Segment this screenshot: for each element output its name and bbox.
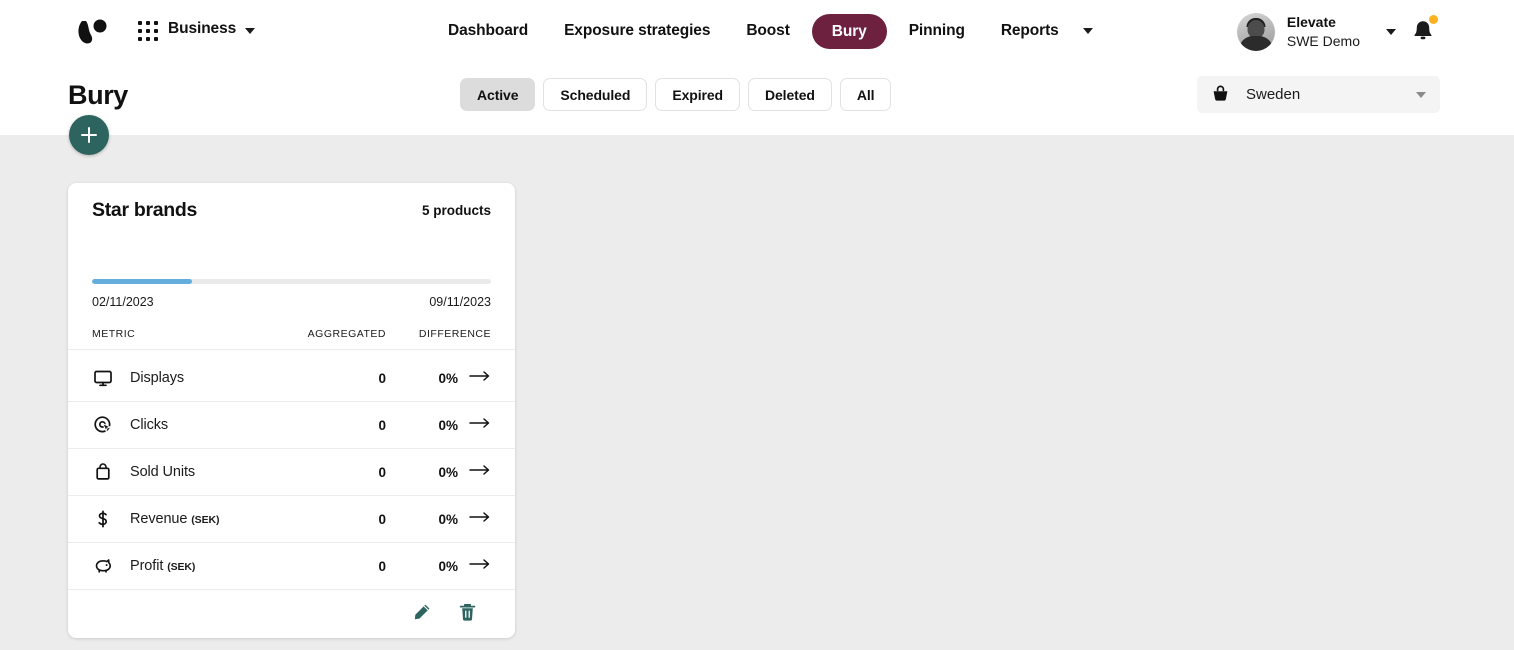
business-switcher-label[interactable]: Business [168, 20, 236, 38]
country-chevron-down-icon[interactable] [1416, 91, 1426, 98]
metric-difference: 0% [438, 511, 458, 527]
metric-label: Clicks [130, 417, 169, 433]
trend-flat-arrow-icon [458, 557, 491, 575]
trend-flat-arrow-icon [458, 369, 491, 387]
trend-flat-arrow-icon [458, 416, 491, 434]
card-title: Star brands [92, 199, 198, 221]
main-nav: Dashboard Exposure strategies Boost Bury… [430, 0, 1093, 62]
metrics-rows: Displays 0 0% Clicks 0 0% Sold Units 0 0… [68, 355, 515, 590]
profile-subtitle: SWE Demo [1286, 33, 1360, 49]
metric-label: Displays [130, 370, 184, 386]
edit-icon[interactable] [411, 602, 431, 622]
business-chevron-down-icon[interactable] [245, 28, 255, 34]
table-row[interactable]: Displays 0 0% [68, 355, 515, 402]
brand-logo[interactable] [72, 12, 112, 52]
column-header-metric: METRIC [92, 328, 136, 340]
reports-chevron-down-icon[interactable] [1082, 28, 1093, 34]
table-row[interactable]: Revenue (SEK) 0 0% [68, 496, 515, 543]
filter-tab-expired[interactable]: Expired [655, 78, 740, 111]
metric-aggregated: 0 [378, 464, 386, 480]
nav-item-bury[interactable]: Bury [811, 13, 887, 49]
click-target-icon [92, 414, 114, 436]
nav-item-reports[interactable]: Reports [983, 0, 1077, 62]
filter-tab-scheduled[interactable]: Scheduled [543, 78, 648, 111]
trend-flat-arrow-icon [458, 463, 491, 481]
monitor-icon [92, 367, 114, 389]
nav-item-exposure-strategies[interactable]: Exposure strategies [546, 0, 728, 62]
metric-aggregated: 0 [378, 417, 386, 433]
start-date: 02/11/2023 [92, 295, 154, 309]
filter-tab-deleted[interactable]: Deleted [747, 78, 832, 111]
end-date: 09/11/2023 [429, 295, 491, 309]
column-header-aggregated: AGGREGATED [307, 328, 386, 340]
table-row[interactable]: Clicks 0 0% [68, 402, 515, 449]
piggy-bank-icon [92, 555, 114, 577]
metric-difference: 0% [438, 370, 458, 386]
country-selector[interactable]: Sweden [1197, 76, 1440, 113]
page-title: Bury [68, 80, 128, 110]
card-actions [68, 586, 515, 638]
apps-grid-icon[interactable] [138, 21, 160, 41]
primary-navigation-row: Business Dashboard Exposure strategies B… [0, 0, 1514, 62]
bury-campaign-card[interactable]: Star brands 5 products 02/11/2023 09/11/… [68, 183, 515, 638]
metric-difference: 0% [438, 417, 458, 433]
status-filter-tabs: Active Scheduled Expired Deleted All [460, 78, 892, 111]
date-range: 02/11/2023 09/11/2023 [92, 295, 491, 309]
country-value: Sweden [1246, 86, 1301, 103]
user-profile-menu[interactable]: Elevate SWE Demo [1236, 12, 1396, 52]
plus-icon [81, 127, 97, 143]
delete-icon[interactable] [457, 602, 477, 622]
card-products-count: 5 products [421, 203, 491, 218]
metric-difference: 0% [438, 558, 458, 574]
metric-label: Revenue (SEK) [130, 511, 220, 527]
basket-icon [1211, 85, 1230, 104]
filter-tab-all[interactable]: All [839, 78, 892, 111]
notification-badge-dot [1429, 15, 1438, 24]
metric-aggregated: 0 [378, 511, 386, 527]
top-header-bar: Business Dashboard Exposure strategies B… [0, 0, 1514, 155]
profile-name: Elevate [1286, 14, 1336, 30]
metrics-table-header: METRIC AGGREGATED DIFFERENCE [68, 328, 515, 350]
shopping-bag-icon [92, 461, 114, 483]
nav-item-dashboard[interactable]: Dashboard [430, 0, 546, 62]
table-row[interactable]: Profit (SEK) 0 0% [68, 543, 515, 590]
progress-bar-track [92, 279, 491, 284]
nav-item-boost[interactable]: Boost [728, 0, 807, 62]
card-header: Star brands 5 products 02/11/2023 09/11/… [68, 183, 515, 309]
column-header-difference: DIFFERENCE [418, 328, 491, 340]
add-bury-button[interactable] [69, 115, 109, 155]
dollar-icon [92, 508, 114, 530]
avatar [1236, 13, 1275, 51]
metric-aggregated: 0 [378, 558, 386, 574]
table-row[interactable]: Sold Units 0 0% [68, 449, 515, 496]
nav-item-pinning[interactable]: Pinning [891, 0, 983, 62]
metric-difference: 0% [438, 464, 458, 480]
metric-label: Sold Units [130, 464, 196, 480]
metric-label: Profit (SEK) [130, 558, 196, 574]
metric-aggregated: 0 [378, 370, 386, 386]
progress-bar-fill [92, 279, 192, 284]
trend-flat-arrow-icon [458, 510, 491, 528]
profile-chevron-down-icon[interactable] [1386, 29, 1396, 35]
filter-tab-active[interactable]: Active [460, 78, 536, 111]
